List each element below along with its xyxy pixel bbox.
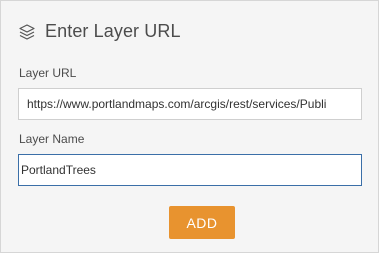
layer-name-label: Layer Name <box>19 132 85 146</box>
layer-url-label: Layer URL <box>19 66 77 80</box>
layer-url-input[interactable] <box>18 88 362 120</box>
panel-title: Enter Layer URL <box>45 20 181 41</box>
panel-header: Enter Layer URL <box>18 19 181 43</box>
add-layer-panel: Enter Layer URL Layer URL Layer Name ADD <box>0 0 379 253</box>
add-button[interactable]: ADD <box>169 206 235 239</box>
layers-icon <box>18 23 36 41</box>
layer-name-input[interactable] <box>18 154 362 186</box>
